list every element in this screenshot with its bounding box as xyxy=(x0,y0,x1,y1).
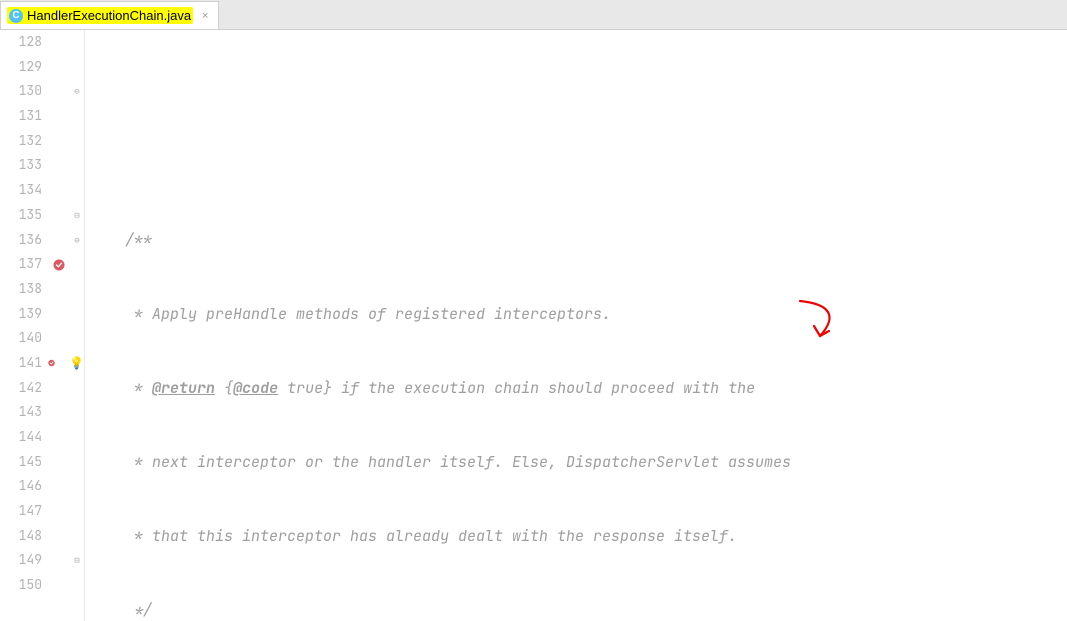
line-number: 149 xyxy=(0,548,42,573)
tab-filename: HandlerExecutionChain.java xyxy=(27,8,191,23)
code-line[interactable]: * next interceptor or the handler itself… xyxy=(85,450,1067,475)
line-number: 133 xyxy=(0,153,42,178)
line-number: 143 xyxy=(0,400,42,425)
line-number: 142 xyxy=(0,376,42,401)
fold-cell[interactable] xyxy=(70,474,84,499)
code-line[interactable]: * Apply preHandle methods of registered … xyxy=(85,302,1067,327)
code-line[interactable]: /** xyxy=(85,228,1067,253)
line-number: 129 xyxy=(0,55,42,80)
breakpoint-icon[interactable] xyxy=(48,252,70,277)
line-number: 139 xyxy=(0,302,42,327)
gutter-cell[interactable] xyxy=(48,228,70,253)
gutter-cell[interactable] xyxy=(48,450,70,475)
fold-cell[interactable] xyxy=(70,55,84,80)
gutter-cell[interactable] xyxy=(48,425,70,450)
gutter-cell[interactable] xyxy=(48,30,70,55)
tab-bar: C HandlerExecutionChain.java × xyxy=(0,0,1067,30)
gutter-cell[interactable] xyxy=(48,326,70,351)
line-number: 145 xyxy=(0,450,42,475)
close-icon[interactable]: × xyxy=(202,10,208,22)
fold-cell[interactable] xyxy=(70,450,84,475)
gutter-cell[interactable] xyxy=(48,302,70,327)
line-number: 130 xyxy=(0,79,42,104)
line-number: 147 xyxy=(0,499,42,524)
line-number: 150 xyxy=(0,573,42,598)
code-line[interactable]: * @return {@code true} if the execution … xyxy=(85,376,1067,401)
fold-cell[interactable] xyxy=(70,302,84,327)
gutter-cell[interactable] xyxy=(48,104,70,129)
gutter-cell[interactable] xyxy=(48,129,70,154)
java-class-icon: C xyxy=(9,9,23,23)
gutter-cell[interactable] xyxy=(48,55,70,80)
line-number: 137 xyxy=(0,252,42,277)
fold-cell[interactable]: ⊖ xyxy=(70,79,84,104)
line-number: 132 xyxy=(0,129,42,154)
code-line[interactable]: * that this interceptor has already deal… xyxy=(85,524,1067,549)
fold-cell[interactable]: ⊟ xyxy=(70,548,84,573)
fold-cell[interactable] xyxy=(70,153,84,178)
fold-cell[interactable] xyxy=(70,277,84,302)
gutter-cell[interactable] xyxy=(48,499,70,524)
fold-cell[interactable] xyxy=(70,252,84,277)
line-number: 131 xyxy=(0,104,42,129)
line-number: 128 xyxy=(0,30,42,55)
line-number: 146 xyxy=(0,474,42,499)
line-number: 141 xyxy=(0,351,42,376)
gutter-cell[interactable] xyxy=(48,277,70,302)
fold-cell[interactable] xyxy=(70,524,84,549)
fold-cell[interactable]: ⊖ xyxy=(70,228,84,253)
fold-cell[interactable] xyxy=(70,376,84,401)
gutter-cell[interactable] xyxy=(48,548,70,573)
line-number: 144 xyxy=(0,425,42,450)
fold-cell[interactable] xyxy=(70,129,84,154)
line-number: 148 xyxy=(0,524,42,549)
breakpoint-gutter[interactable]: 💡 xyxy=(48,30,70,621)
line-number: 134 xyxy=(0,178,42,203)
intention-bulb-icon[interactable]: 💡 xyxy=(69,351,84,376)
code-line[interactable] xyxy=(85,154,1067,179)
code-editor[interactable]: 1281291301311321331341351361371381391401… xyxy=(0,30,1067,621)
gutter-cell[interactable] xyxy=(48,524,70,549)
fold-cell[interactable] xyxy=(70,499,84,524)
fold-gutter[interactable]: ⊖⊟⊖⊟ xyxy=(70,30,85,621)
gutter-cell[interactable] xyxy=(48,474,70,499)
fold-cell[interactable] xyxy=(70,326,84,351)
line-number: 140 xyxy=(0,326,42,351)
gutter-cell[interactable] xyxy=(48,573,70,598)
gutter-cell[interactable] xyxy=(48,153,70,178)
fold-cell[interactable] xyxy=(70,104,84,129)
fold-cell[interactable] xyxy=(70,573,84,598)
line-number: 135 xyxy=(0,203,42,228)
code-line[interactable]: */ xyxy=(85,598,1067,621)
breakpoint-icon[interactable]: 💡 xyxy=(48,351,70,376)
line-number-gutter: 1281291301311321331341351361371381391401… xyxy=(0,30,48,621)
gutter-cell[interactable] xyxy=(48,400,70,425)
gutter-cell[interactable] xyxy=(48,178,70,203)
line-number: 138 xyxy=(0,277,42,302)
fold-cell[interactable] xyxy=(70,425,84,450)
fold-cell[interactable] xyxy=(70,400,84,425)
code-area[interactable]: /** * Apply preHandle methods of registe… xyxy=(85,30,1067,621)
gutter-cell[interactable] xyxy=(48,203,70,228)
fold-cell[interactable] xyxy=(70,178,84,203)
code-line[interactable] xyxy=(85,79,1067,104)
fold-cell[interactable] xyxy=(70,30,84,55)
gutter-cell[interactable] xyxy=(48,79,70,104)
gutter-cell[interactable] xyxy=(48,376,70,401)
line-number: 136 xyxy=(0,228,42,253)
fold-cell[interactable]: ⊟ xyxy=(70,203,84,228)
file-tab[interactable]: C HandlerExecutionChain.java × xyxy=(0,1,219,29)
